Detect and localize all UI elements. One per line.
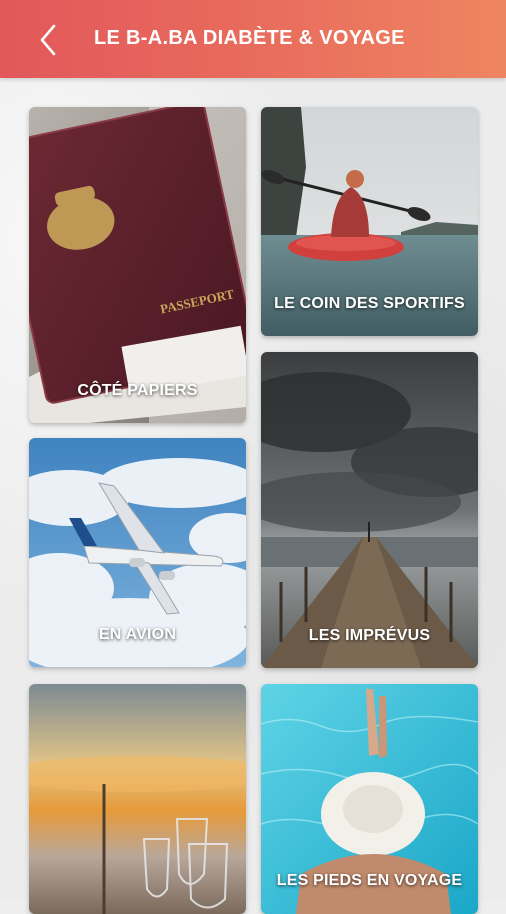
page-title: LE B-A.BA DIABÈTE & VOYAGE — [94, 27, 405, 49]
passport-image: PASSEPORT — [29, 107, 246, 423]
app-header: LE B-A.BA DIABÈTE & VOYAGE — [0, 0, 506, 78]
card-label: CÔTÉ PAPIERS — [77, 382, 198, 399]
card-label: EN AVION — [98, 626, 177, 643]
card-en-avion[interactable]: EN AVION — [29, 438, 246, 667]
card-cote-papiers[interactable]: PASSEPORT CÔTÉ PAPIERS — [29, 107, 246, 423]
card-label: LES PIEDS EN VOYAGE — [276, 872, 463, 889]
card-coin-des-sportifs[interactable]: LE COIN DES SPORTIFS — [261, 107, 478, 336]
back-button[interactable] — [28, 20, 68, 60]
chevron-left-icon — [40, 24, 56, 56]
card-sunset[interactable] — [29, 684, 246, 914]
card-label: LE COIN DES SPORTIFS — [274, 295, 465, 312]
card-label: LES IMPRÉVUS — [308, 627, 431, 644]
storm-pier-image — [261, 352, 478, 668]
card-les-pieds-en-voyage[interactable]: LES PIEDS EN VOYAGE — [261, 684, 478, 914]
card-les-imprevus[interactable]: LES IMPRÉVUS — [261, 352, 478, 668]
sunset-glasses-image — [29, 684, 246, 914]
